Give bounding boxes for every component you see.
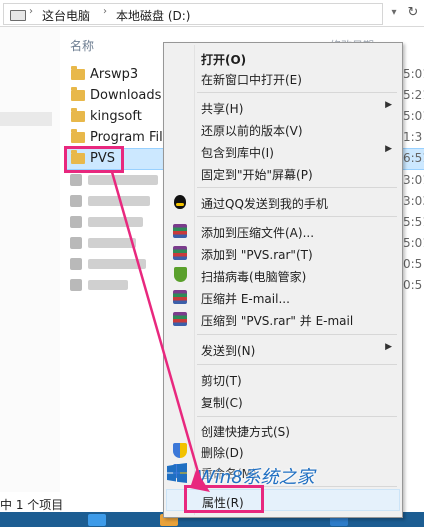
arrow-head	[190, 470, 210, 492]
annotation-arrow	[110, 171, 210, 492]
arrow-line	[110, 171, 204, 487]
